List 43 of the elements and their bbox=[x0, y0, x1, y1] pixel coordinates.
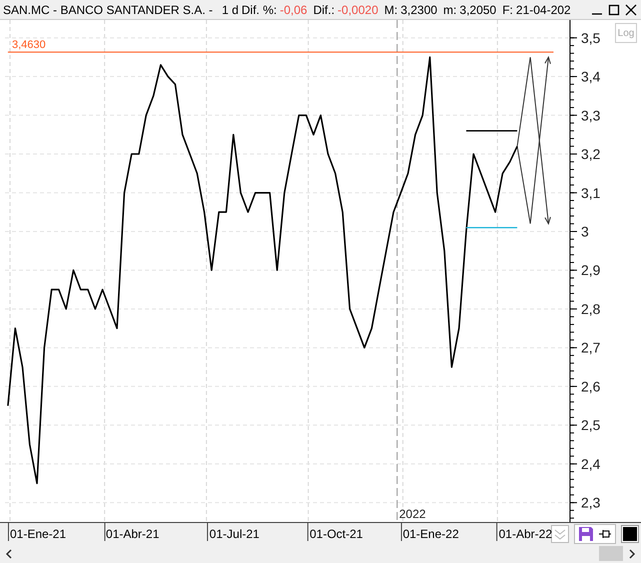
field-value: -0,0020 bbox=[338, 2, 378, 17]
price-tick-label: 3 bbox=[581, 224, 589, 240]
date-tick-label: 01-Oct-21 bbox=[308, 523, 363, 542]
field-value: 21-04-202 bbox=[516, 2, 571, 17]
close-icon[interactable] bbox=[623, 2, 639, 17]
price-tick-label: 3,4 bbox=[581, 69, 600, 86]
field-label: M: bbox=[384, 2, 398, 17]
price-tick-label: 3,5 bbox=[581, 30, 600, 46]
period-label: 1 d bbox=[222, 2, 238, 17]
date-tick-label: 01-Ene-22 bbox=[400, 523, 459, 542]
save-icon[interactable] bbox=[578, 526, 594, 542]
price-tick-label: 2,3 bbox=[581, 495, 600, 512]
field-label: m: bbox=[443, 2, 457, 17]
maximize-icon[interactable] bbox=[606, 2, 622, 17]
pin-icon[interactable] bbox=[598, 528, 612, 540]
symbol-title: SAN.MC - BANCO SANTANDER S.A. - bbox=[3, 2, 213, 17]
price-tick-label: 2,4 bbox=[581, 456, 600, 472]
field-value: -0,06 bbox=[280, 2, 308, 17]
year-label: 2022 bbox=[399, 507, 426, 522]
field-value: 3,2050 bbox=[460, 2, 496, 17]
log-scale-button[interactable]: Log bbox=[615, 23, 637, 44]
price-level-label: 3,4630 bbox=[12, 40, 46, 52]
price-tick-label: 2,8 bbox=[581, 301, 600, 318]
field-label: F: bbox=[502, 2, 514, 17]
date-tick-label: 01-Abr-21 bbox=[104, 523, 160, 542]
scroll-left-icon[interactable] bbox=[4, 548, 14, 559]
date-tick-label: 01-Ene-21 bbox=[8, 523, 66, 542]
price-tick-label: 3,3 bbox=[581, 108, 600, 124]
scroll-right-icon[interactable] bbox=[627, 548, 637, 559]
price-tick-label: 3,2 bbox=[581, 146, 600, 162]
horizontal-scrollbar[interactable] bbox=[0, 544, 641, 563]
date-tick-label: 01-Jul-21 bbox=[207, 523, 260, 542]
price-tick-label: 3,1 bbox=[581, 185, 600, 202]
field-label: Dif. %: bbox=[242, 2, 277, 17]
scroll-thumb[interactable] bbox=[599, 546, 623, 562]
price-tick-label: 2,9 bbox=[581, 262, 600, 279]
price-tick-label: 2,7 bbox=[581, 340, 600, 356]
color-swatch-icon[interactable] bbox=[621, 524, 639, 543]
field-value: 3,2300 bbox=[400, 2, 438, 17]
price-tick-label: 2,6 bbox=[581, 378, 600, 395]
level-line[interactable] bbox=[466, 130, 518, 132]
price-tick-label: 2,5 bbox=[581, 418, 600, 434]
field-label: Dif.: bbox=[313, 2, 335, 17]
